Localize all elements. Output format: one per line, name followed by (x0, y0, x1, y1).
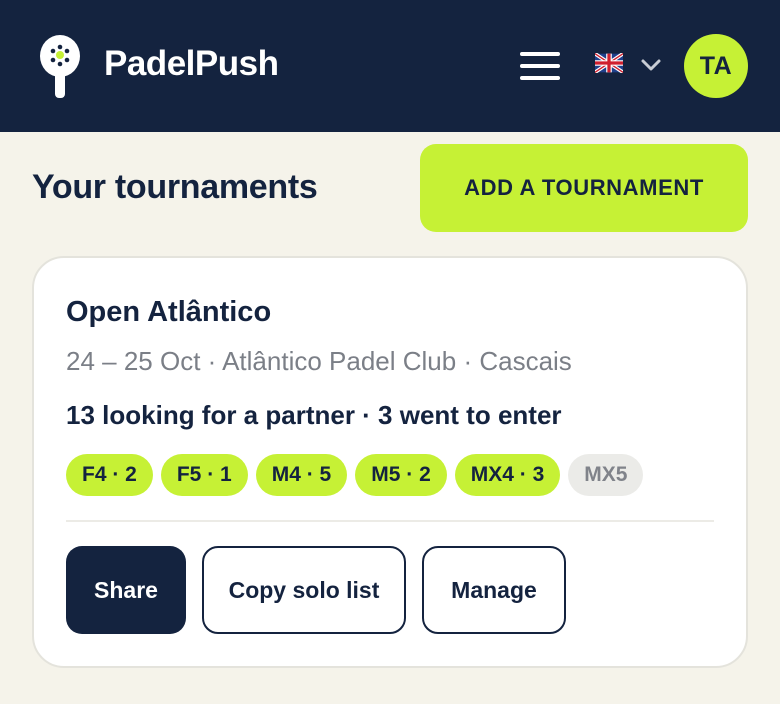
divider (66, 520, 714, 522)
page-title: Your tournaments (32, 168, 318, 206)
language-selector[interactable] (592, 50, 668, 82)
category-chip[interactable]: F4 · 2 (66, 454, 153, 496)
category-chip[interactable]: F5 · 1 (160, 454, 248, 496)
tournament-details: 24 – 25 Oct · Atlântico Padel Club · Cas… (66, 346, 572, 376)
share-button[interactable]: Share (66, 546, 186, 634)
copy-solo-list-button[interactable]: Copy solo list (202, 546, 406, 634)
category-chip[interactable]: MX4 · 3 (454, 454, 561, 496)
category-chip[interactable]: M5 · 2 (355, 454, 447, 496)
category-chip-empty[interactable]: MX5 (568, 454, 644, 496)
tournament-name[interactable]: Open Atlântico (66, 296, 271, 329)
tournament-card: Open Atlântico 24 – 25 Oct · Atlântico P… (32, 256, 748, 668)
uk-flag-icon (595, 53, 623, 73)
partner-summary: 13 looking for a partner · 3 went to ent… (66, 400, 562, 430)
brand-name[interactable]: PadelPush (104, 44, 279, 84)
chevron-down-icon (641, 59, 661, 71)
add-tournament-button[interactable]: ADD A TOURNAMENT (420, 144, 748, 232)
category-chips: F4 · 2 F5 · 1 M4 · 5 M5 · 2 MX4 · 3 MX5 (66, 454, 644, 496)
avatar[interactable]: TA (684, 34, 748, 98)
menu-button[interactable] (516, 48, 564, 84)
hamburger-line (520, 64, 560, 68)
hamburger-menu-icon (520, 52, 560, 56)
top-bar: PadelPush TA (0, 0, 780, 132)
hamburger-line (520, 76, 560, 80)
category-chip[interactable]: M4 · 5 (255, 454, 348, 496)
padel-racket-icon[interactable] (38, 34, 82, 100)
manage-button[interactable]: Manage (422, 546, 566, 634)
